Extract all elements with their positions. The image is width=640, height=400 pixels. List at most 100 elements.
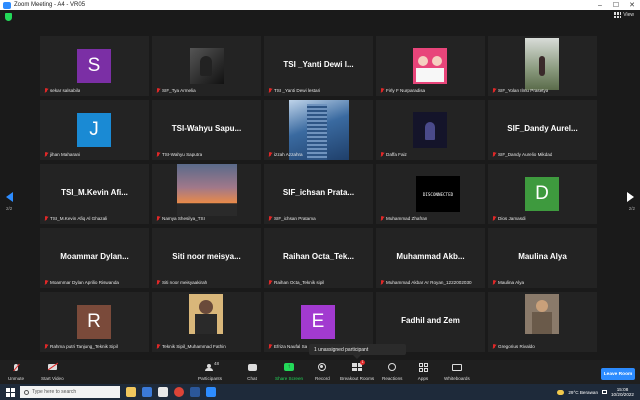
chat-button[interactable]: Chat (246, 362, 258, 381)
chat-label: Chat (247, 376, 257, 381)
participant-tile[interactable]: Moammar Dylan... Moammar Dylan Aprilio Ri… (40, 228, 149, 288)
participant-video (189, 294, 223, 334)
participant-tile[interactable]: Muhammad Akb... Muhammad Akbar Ar Royan_1… (376, 228, 485, 288)
chrome-icon[interactable] (174, 387, 184, 397)
taskbar-pinned-apps (126, 387, 216, 397)
participant-name: Moammar Dylan Aprilio Riswanda (50, 280, 119, 285)
participant-name-label: Muhammad Zhafran (380, 215, 427, 222)
muted-mic-icon (380, 279, 384, 286)
participant-name: SIF_Yolan Ilmu Prasetya (498, 88, 549, 93)
taskbar-search-input[interactable]: Type here to search (20, 386, 120, 398)
record-button[interactable]: Record (315, 362, 330, 381)
participant-name-label: Daffa Faiz (380, 151, 407, 158)
participant-tile[interactable]: Daffa Faiz (376, 100, 485, 160)
participant-name-label: Muhammad Akbar Ar Royan_1222002030 (380, 279, 472, 286)
reactions-button[interactable]: Reactions (382, 362, 402, 381)
edge-icon[interactable] (142, 387, 152, 397)
store-icon[interactable] (158, 387, 168, 397)
file-explorer-icon[interactable] (126, 387, 136, 397)
unmute-button[interactable]: Unmute (8, 362, 24, 381)
participant-tile[interactable]: Siti noor meisya... Siti noor meisyaakira… (152, 228, 261, 288)
participant-tile[interactable]: TSI _Yanti Dewi l... TSI _Yanti Dewi lest… (264, 36, 373, 96)
participant-tile[interactable]: D Dios Jamasdi (488, 164, 597, 224)
muted-mic-icon (44, 87, 48, 94)
breakout-rooms-label: Breakout Rooms (340, 376, 375, 381)
leave-room-button[interactable]: Leave Room (601, 368, 635, 380)
participants-button[interactable]: 48 Participants (198, 361, 222, 381)
apps-label: Apps (417, 376, 429, 381)
participant-tile[interactable]: Fadhil and Zemd Zem (376, 292, 485, 352)
participant-video (190, 48, 224, 84)
meeting-toolbar: Unmute Start Video 48 Participants Chat … (0, 360, 640, 384)
clock[interactable]: 15:08 10/20/2022 (611, 387, 634, 397)
participant-name-label: Rahma putri Tanjung_Teknik Sipil (44, 343, 118, 350)
muted-mic-icon (156, 279, 160, 286)
participant-tile[interactable]: SIF_Tya Armelia (152, 36, 261, 96)
apps-button[interactable]: Apps (417, 362, 429, 381)
shield-icon[interactable] (5, 13, 12, 21)
word-icon[interactable] (190, 387, 200, 397)
whiteboard-icon (451, 363, 462, 371)
participant-tile[interactable]: Maulina Alya Maulina Alya (488, 228, 597, 288)
close-button[interactable]: ✕ (624, 0, 640, 10)
participant-name-label: SIF_ichsan Pratama (268, 215, 316, 222)
participant-tile[interactable]: DISCONNECTED Muhammad Zhafran (376, 164, 485, 224)
chat-icon (247, 363, 257, 371)
minimize-button[interactable]: – (592, 0, 608, 10)
participant-tile[interactable]: SIF_Yolan Ilmu Prasetya (488, 36, 597, 96)
muted-mic-icon (380, 215, 384, 222)
participant-name: Teknik Sipil_Muhammad Fathin (162, 344, 226, 349)
participant-name: Dios Jamasdi (498, 216, 526, 221)
participant-name: Daffa Faiz (386, 152, 407, 157)
previous-page-arrow-icon[interactable] (6, 192, 13, 202)
participant-tile[interactable]: Namya Shesilya_TSI (152, 164, 261, 224)
muted-mic-icon (268, 279, 272, 286)
participant-tile[interactable]: SIF_Dandy Aurel... SIF_Dandy Aurelio Mikd… (488, 100, 597, 160)
start-video-button[interactable]: Start Video (41, 362, 64, 381)
network-icon[interactable] (602, 390, 607, 394)
participant-avatar: R (77, 305, 111, 339)
muted-mic-icon (380, 151, 384, 158)
participant-tile[interactable]: Ssekar salsabila (40, 36, 149, 96)
muted-mic-icon (492, 151, 496, 158)
participant-name-label: SIF_Dandy Aurelio Mikdad (492, 151, 552, 158)
participant-name: Rahma putri Tanjung_Teknik Sipil (50, 344, 118, 349)
zoom-taskbar-icon[interactable] (206, 387, 216, 397)
participant-tile[interactable]: TSI_M.Kevin Afi... TSI_M.Kevin Afiq Al Gh… (40, 164, 149, 224)
participant-tile[interactable]: Teknik Sipil_Muhammad Fathin (152, 292, 261, 352)
view-button[interactable]: View (614, 12, 634, 18)
zoom-app-icon (3, 1, 11, 9)
participant-display-name: SIF_Dandy Aurel... (507, 124, 578, 133)
next-page-arrow-icon[interactable] (627, 192, 634, 202)
muted-mic-icon (44, 343, 48, 350)
muted-mic-icon (492, 343, 496, 350)
breakout-rooms-button[interactable]: 1 Breakout Rooms (340, 360, 375, 381)
participant-tile[interactable]: izzah Azzahra (264, 100, 373, 160)
participant-tile[interactable]: Raihan Octa_Tek... Raihan Octa_Teknik sip… (264, 228, 373, 288)
participant-tile[interactable]: R Rahma putri Tanjung_Teknik Sipil (40, 292, 149, 352)
participant-tile[interactable]: Firly F Nurparadisa (376, 36, 485, 96)
participant-tile[interactable]: TSI-Wahyu Sapu... TSI-Wahyu Saputra (152, 100, 261, 160)
participant-name-label: TSI_M.Kevin Afiq Al Ghazali (44, 215, 107, 222)
participant-tile[interactable]: Jjihan Maharani (40, 100, 149, 160)
participant-name: TSI_M.Kevin Afiq Al Ghazali (50, 216, 108, 221)
weather-text[interactable]: 29°C Berawan (568, 390, 598, 395)
participant-tile[interactable]: E Efriza Naufal Sa (264, 292, 373, 352)
participant-name: SIF_ichsan Pratama (274, 216, 316, 221)
participant-tile[interactable]: SIF_ichsan Prata... SIF_ichsan Pratama (264, 164, 373, 224)
participant-name-label: Maulina Alya (492, 279, 524, 286)
participant-name: jihan Maharani (50, 152, 81, 157)
whiteboards-button[interactable]: Whiteboards (444, 362, 470, 381)
participant-name: TSI-Wahyu Saputra (162, 152, 203, 157)
maximize-button[interactable]: ☐ (608, 0, 624, 10)
share-screen-button[interactable]: ↑ Share Screen (275, 362, 303, 381)
participant-tile[interactable]: Gregorius Rivaldo (488, 292, 597, 352)
windows-start-icon[interactable] (0, 384, 20, 400)
participant-display-name: TSI_M.Kevin Afi... (61, 188, 128, 197)
participant-name: Namya Shesilya_TSI (162, 216, 205, 221)
muted-mic-icon (268, 215, 272, 222)
participant-name-label: Dios Jamasdi (492, 215, 526, 222)
participant-name-label: Raihan Octa_Teknik sipil (268, 279, 324, 286)
meeting-top-bar: View (0, 10, 640, 24)
grid-view-icon (614, 12, 622, 18)
